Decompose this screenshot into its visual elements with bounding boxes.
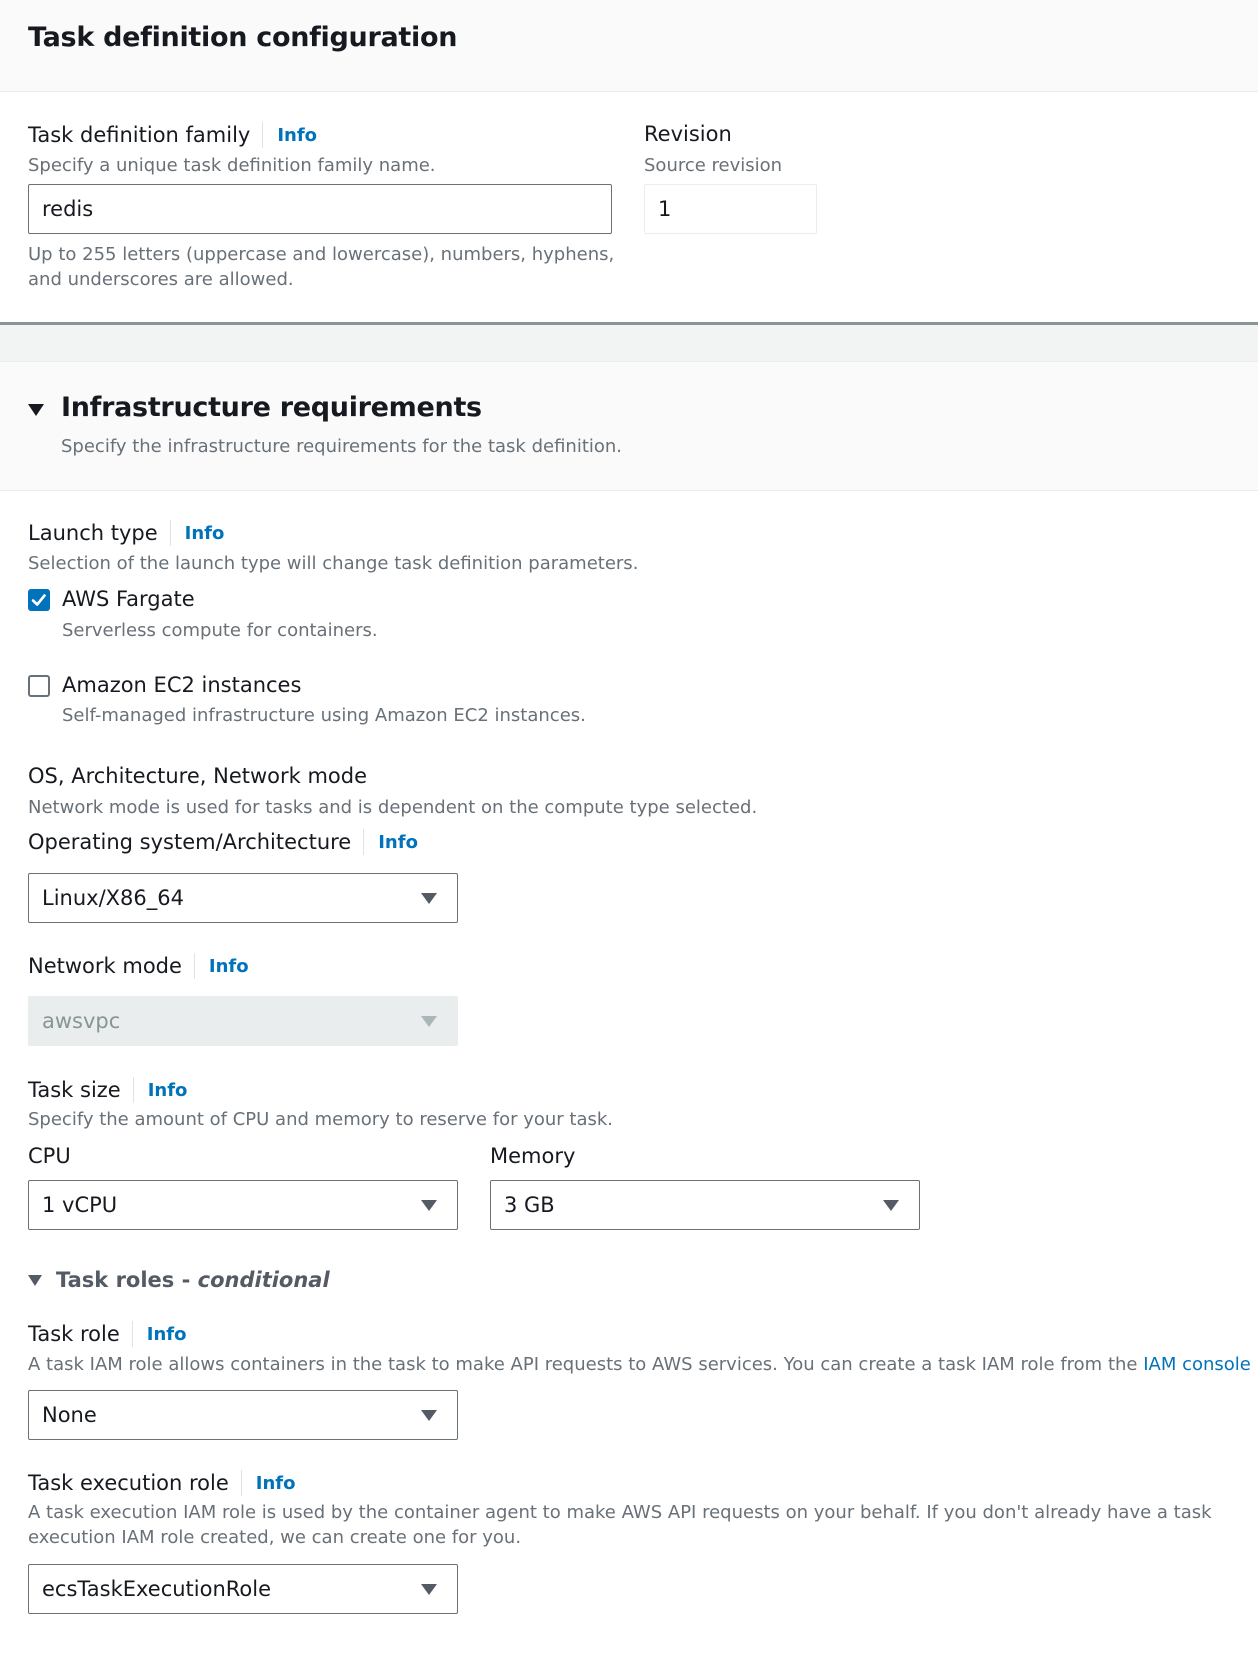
os-architecture-value: Linux/X86_64 (42, 886, 184, 910)
family-label-row: Task definition family Info (28, 122, 317, 148)
checkmark-icon (31, 594, 46, 606)
info-separator (363, 829, 365, 855)
infrastructure-header[interactable]: Infrastructure requirements Specify the … (0, 362, 1258, 491)
fargate-label[interactable]: AWS Fargate (62, 587, 195, 611)
info-separator (131, 1321, 133, 1347)
task-size-label: Task size (28, 1078, 121, 1102)
launch-type-info-link[interactable]: Info (185, 523, 225, 544)
task-role-label: Task role (28, 1322, 120, 1346)
revision-label: Revision (644, 122, 732, 146)
collapse-caret-icon[interactable] (28, 404, 44, 416)
task-roles-qualifier: conditional (197, 1268, 330, 1292)
infrastructure-description: Specify the infrastructure requirements … (61, 436, 623, 457)
dropdown-caret-icon (421, 1583, 437, 1595)
dropdown-caret-icon (421, 1199, 437, 1211)
family-info-link[interactable]: Info (277, 125, 317, 146)
revision-input-value: 1 (658, 197, 672, 221)
memory-label: Memory (490, 1144, 576, 1168)
section-gap (0, 325, 1258, 362)
network-mode-value: awsvpc (42, 1009, 121, 1033)
launch-type-label: Launch type (28, 521, 158, 545)
task-execution-role-description-line2: execution IAM role created, we can creat… (28, 1527, 522, 1548)
task-size-info-link[interactable]: Info (148, 1080, 188, 1101)
info-separator (132, 1077, 134, 1103)
task-role-description-text: A task IAM role allows containers in the… (28, 1354, 1144, 1375)
family-description: Specify a unique task definition family … (28, 155, 436, 176)
family-constraint-line2: and underscores are allowed. (28, 269, 294, 290)
task-roles-title: Task roles (56, 1268, 175, 1292)
ec2-description: Self-managed infrastructure using Amazon… (62, 705, 586, 726)
fargate-checkbox[interactable] (28, 589, 50, 611)
task-execution-role-description-line1: A task execution IAM role is used by the… (28, 1502, 1212, 1523)
ec2-checkbox[interactable] (28, 675, 50, 697)
cpu-label: CPU (28, 1144, 71, 1168)
infrastructure-title: Infrastructure requirements (61, 392, 482, 423)
launch-type-description: Selection of the launch type will change… (28, 553, 639, 574)
revision-input: 1 (644, 184, 817, 234)
family-input-value: redis (42, 197, 94, 221)
os-label: Operating system/Architecture (28, 830, 352, 854)
task-execution-role-value: ecsTaskExecutionRole (42, 1577, 272, 1601)
os-architecture-select[interactable]: Linux/X86_64 (28, 873, 458, 923)
os-label-row: Operating system/Architecture Info (28, 829, 418, 855)
task-role-select[interactable]: None (28, 1390, 458, 1440)
ec2-label[interactable]: Amazon EC2 instances (62, 673, 301, 697)
iam-console-link[interactable]: IAM console (1143, 1354, 1251, 1375)
network-mode-label-row: Network mode Info (28, 953, 249, 979)
dropdown-caret-icon (421, 1015, 437, 1027)
revision-description: Source revision (644, 155, 783, 176)
fargate-description: Serverless compute for containers. (62, 620, 378, 641)
cpu-select[interactable]: 1 vCPU (28, 1180, 458, 1230)
network-mode-label: Network mode (28, 954, 182, 978)
task-roles-separator: - (174, 1268, 198, 1292)
task-roles-expander[interactable]: Task roles - conditional (28, 1268, 330, 1292)
os-info-link[interactable]: Info (378, 832, 418, 853)
info-separator (262, 122, 264, 148)
task-definition-config-header: Task definition configuration (0, 0, 1258, 92)
task-execution-role-label-row: Task execution role Info (28, 1470, 296, 1496)
dropdown-caret-icon (421, 1409, 437, 1421)
expand-caret-icon (28, 1274, 42, 1286)
network-mode-select: awsvpc (28, 996, 458, 1046)
memory-select[interactable]: 3 GB (490, 1180, 920, 1230)
info-separator (193, 953, 195, 979)
family-label: Task definition family (28, 123, 251, 147)
dropdown-caret-icon (421, 892, 437, 904)
family-input[interactable]: redis (28, 184, 612, 234)
family-constraint-line1: Up to 255 letters (uppercase and lowerca… (28, 244, 615, 265)
info-separator (169, 520, 171, 546)
cpu-value: 1 vCPU (42, 1193, 118, 1217)
launch-type-label-row: Launch type Info (28, 520, 224, 546)
task-role-label-row: Task role Info (28, 1321, 187, 1347)
task-role-description: A task IAM role allows containers in the… (28, 1352, 1258, 1381)
os-arch-network-label: OS, Architecture, Network mode (28, 764, 368, 788)
task-role-info-link[interactable]: Info (147, 1324, 187, 1345)
task-execution-role-info-link[interactable]: Info (256, 1473, 296, 1494)
info-separator (240, 1470, 242, 1496)
task-execution-role-select[interactable]: ecsTaskExecutionRole (28, 1564, 458, 1614)
memory-value: 3 GB (504, 1193, 555, 1217)
task-size-description: Specify the amount of CPU and memory to … (28, 1109, 614, 1130)
os-arch-network-description: Network mode is used for tasks and is de… (28, 797, 758, 818)
dropdown-caret-icon (883, 1199, 899, 1211)
task-size-label-row: Task size Info (28, 1077, 187, 1103)
task-execution-role-label: Task execution role (28, 1471, 229, 1495)
section-title: Task definition configuration (28, 22, 458, 53)
task-role-value: None (42, 1403, 97, 1427)
network-mode-info-link[interactable]: Info (209, 956, 249, 977)
